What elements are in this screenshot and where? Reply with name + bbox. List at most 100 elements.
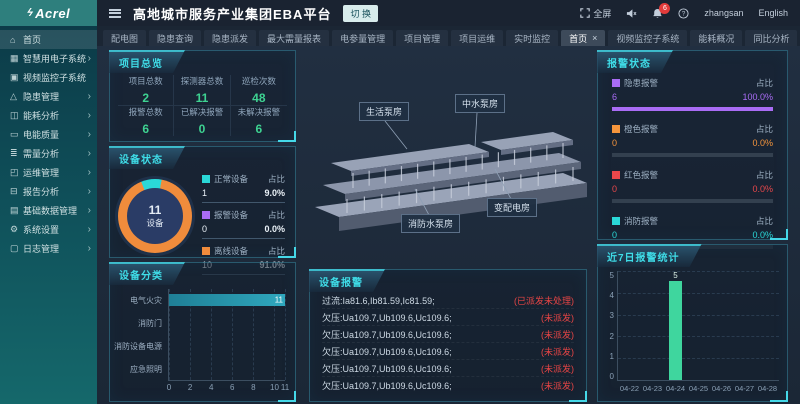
- building-label-life-pump[interactable]: 生活泵房: [359, 102, 409, 121]
- sidebar-item-settings[interactable]: ⚙系统设置›: [0, 220, 97, 239]
- energy-icon: ◫: [10, 110, 23, 121]
- panel-title: 设备状态: [109, 146, 185, 169]
- building-label-fire-pump[interactable]: 消防水泵房: [401, 214, 460, 233]
- sidebar-item-om[interactable]: ◰运维管理›: [0, 163, 97, 182]
- category-xtick: 2: [188, 380, 192, 392]
- dashboard-content: 项目总览 项目总数2 探测器总数11 巡检次数48 报警总数6 已解决报警0 未…: [97, 46, 800, 404]
- sidebar-item-logs[interactable]: ▢日志管理›: [0, 239, 97, 258]
- notifications-bell[interactable]: 6: [652, 8, 663, 19]
- category-xtick: 10: [270, 380, 279, 392]
- sidebar-nav: ⌂首页 ▦智慧用电子系统› ▣视频监控子系统 △隐患管理› ◫能耗分析› ▭电能…: [0, 26, 97, 404]
- donut-center: 11 设备: [127, 188, 183, 244]
- switch-project-button[interactable]: 切 换: [343, 5, 378, 22]
- logo-mark-icon: ϟ: [26, 7, 34, 19]
- panel-title: 设备分类: [109, 262, 185, 285]
- category-xtick: 6: [230, 380, 234, 392]
- monitor-icon: ▣: [10, 72, 23, 83]
- chevron-right-icon: ›: [88, 186, 91, 197]
- category-row: 0: [169, 335, 285, 358]
- category-xtick: 8: [251, 380, 255, 392]
- legend-color-swatch: [202, 175, 210, 183]
- tab-project-mgmt[interactable]: 项目管理: [396, 30, 448, 46]
- panel-alarm-status: 报警状态 隐患报警占比 6100.0% 橙色报警占比 00.0% 红色报警占比 …: [597, 50, 788, 240]
- legend-color-swatch: [202, 211, 210, 219]
- week-col: 0: [618, 271, 641, 380]
- tab-realtime-monitor[interactable]: 实时监控: [506, 30, 558, 46]
- device-status-legend-item: 报警设备占比 00.0%: [202, 209, 285, 239]
- sidebar-item-basedata[interactable]: ▤基础数据管理›: [0, 201, 97, 220]
- alarm-row: 欠压:Ua109.7,Ub109.6,Uc109.6;(未派发): [322, 360, 574, 377]
- category-label: 电气火灾: [114, 289, 168, 312]
- building-label-reclaimed-water-pump[interactable]: 中水泵房: [455, 94, 505, 113]
- panel-device-alarm: 设备报警 过流:Ia81.6,Ib81.59,Ic81.59;(已派发未处理) …: [309, 269, 587, 402]
- alarm-row: 欠压:Ua109.7,Ub109.6,Uc109.6;(未派发): [322, 309, 574, 326]
- category-xtick: 4: [209, 380, 213, 392]
- alarm-status-item: 橙色报警占比 00.0%: [612, 123, 773, 157]
- fullscreen-icon: [580, 8, 590, 18]
- menu-collapse-icon[interactable]: [109, 9, 121, 18]
- warning-icon: △: [10, 91, 23, 102]
- sidebar-item-power-quality[interactable]: ▭电能质量›: [0, 125, 97, 144]
- legend-color-swatch: [612, 79, 620, 87]
- tab-project-om[interactable]: 项目运维: [451, 30, 503, 46]
- panel-title: 近7日报警统计: [597, 244, 702, 267]
- chevron-right-icon: ›: [88, 148, 91, 159]
- notification-badge: 6: [659, 3, 670, 14]
- sidebar-item-smart-power[interactable]: ▦智慧用电子系统›: [0, 49, 97, 68]
- device-status-legend: 正常设备占比 19.0% 报警设备占比 00.0% 离线设备占比 1091.0%: [202, 171, 285, 251]
- acrel-logo: ϟ Acrel: [0, 0, 97, 26]
- tab-distribution-diagram[interactable]: 配电图: [103, 30, 146, 46]
- tab-electric-params[interactable]: 电参量管理: [332, 30, 393, 46]
- category-xtick: 11: [281, 380, 289, 392]
- chevron-right-icon: ›: [88, 243, 91, 254]
- panel-device-category: 设备分类 电气火灾 消防门 消防设备电源 应急照明 11 0 0 0: [109, 262, 296, 402]
- sidebar-item-home[interactable]: ⌂首页: [0, 30, 97, 49]
- log-icon: ▢: [10, 243, 23, 254]
- panel-title: 设备报警: [309, 269, 385, 292]
- header-actions: 全屏 6 ? zhangsan English: [580, 7, 788, 20]
- tab-hazard-query[interactable]: 隐患查询: [149, 30, 201, 46]
- tab-energy-overview[interactable]: 能耗概况: [690, 30, 742, 46]
- stat-alarm-unresolved: 未解决报警6: [231, 106, 287, 136]
- alarm-row: 欠压:Ua109.7,Ub109.6,Uc109.6;(未派发): [322, 326, 574, 343]
- alarm-status-item: 隐患报警占比 6100.0%: [612, 77, 773, 111]
- week-col: 0: [756, 271, 779, 380]
- building-svg: [301, 46, 591, 268]
- tab-home-active[interactable]: 首页 ×: [561, 30, 605, 46]
- tab-yoy-analysis[interactable]: 同比分析: [745, 30, 797, 46]
- alarm-status-item: 红色报警占比 00.0%: [612, 169, 773, 203]
- alarm-status-tag: (未派发): [541, 311, 574, 324]
- alarm-status-tag: (未派发): [541, 379, 574, 392]
- panel-device-status: 设备状态 11 设备 正常设备占比 19.0% 报警设备占比 00.0%: [109, 146, 296, 258]
- language-switch[interactable]: English: [758, 8, 788, 18]
- legend-color-swatch: [612, 217, 620, 225]
- category-label: 消防门: [114, 312, 168, 335]
- tab-video-subsystem[interactable]: 视频监控子系统: [608, 30, 687, 46]
- window-icon: ◰: [10, 167, 23, 178]
- tab-close-icon[interactable]: ×: [592, 33, 597, 43]
- category-row: 11: [169, 289, 285, 312]
- category-bar: 11: [169, 294, 285, 306]
- help-icon[interactable]: ?: [678, 8, 689, 19]
- alarm-status-tag: (未派发): [541, 362, 574, 375]
- category-label: 应急照明: [114, 358, 168, 381]
- tab-max-demand-report[interactable]: 最大需量报表: [259, 30, 329, 46]
- panel-title: 项目总览: [109, 50, 185, 73]
- building-label-substation[interactable]: 变配电房: [487, 198, 537, 217]
- username[interactable]: zhangsan: [704, 8, 743, 18]
- sidebar-item-video[interactable]: ▣视频监控子系统: [0, 68, 97, 87]
- chevron-right-icon: ›: [88, 110, 91, 121]
- sidebar-item-demand[interactable]: ≣需量分析›: [0, 144, 97, 163]
- stat-alarm-resolved: 已解决报警0: [174, 106, 230, 136]
- app-title: 高地城市服务产业集团EBA平台: [133, 4, 331, 23]
- alarm-status-tag: (未派发): [541, 345, 574, 358]
- report-icon: ⊟: [10, 186, 23, 197]
- tab-hazard-dispatch[interactable]: 隐患派发: [204, 30, 256, 46]
- stat-project-total: 项目总数2: [118, 75, 174, 106]
- sidebar-item-report[interactable]: ⊟报告分析›: [0, 182, 97, 201]
- alarm-row: 欠压:Ua109.7,Ub109.6,Uc109.6;(未派发): [322, 343, 574, 360]
- sidebar-item-hazard[interactable]: △隐患管理›: [0, 87, 97, 106]
- mute-icon[interactable]: [626, 8, 637, 19]
- sidebar-item-energy[interactable]: ◫能耗分析›: [0, 106, 97, 125]
- fullscreen-button[interactable]: 全屏: [580, 7, 611, 20]
